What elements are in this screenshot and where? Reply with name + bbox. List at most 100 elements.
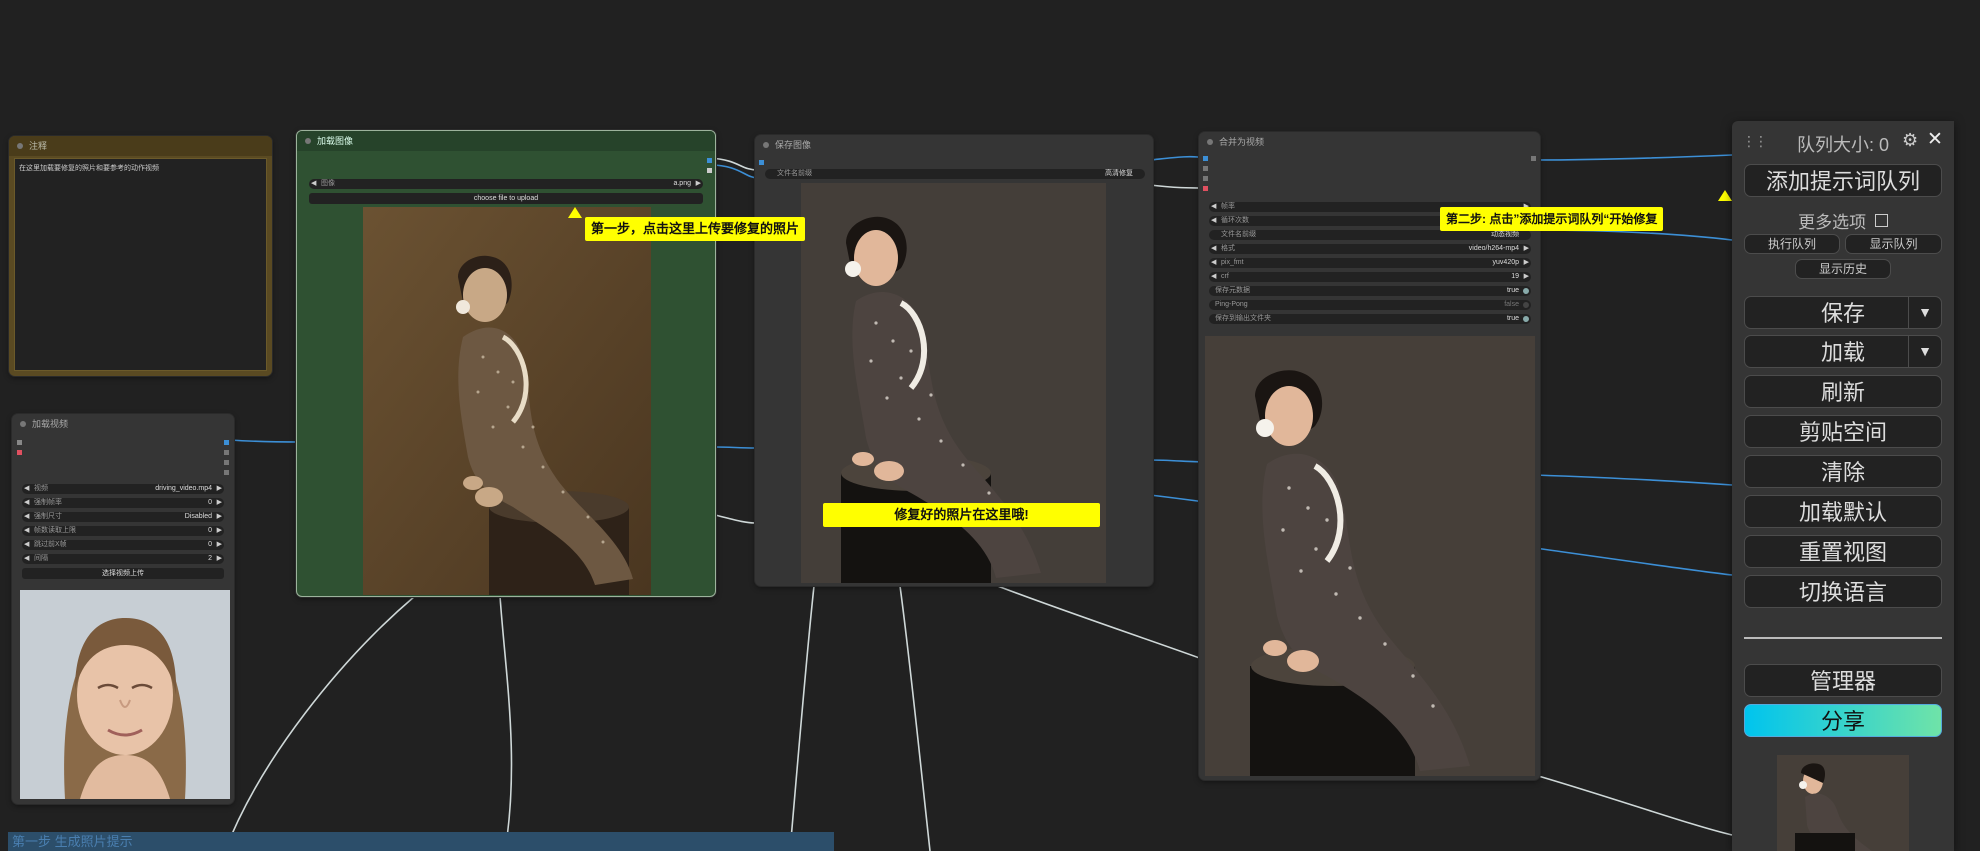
widget-label: 帧率	[1221, 203, 1235, 210]
toggle-indicator[interactable]	[1523, 316, 1529, 322]
arrow-right-icon[interactable]: ▶	[217, 526, 222, 536]
load-image-title[interactable]: 加载图像	[297, 131, 715, 151]
output-slot-dot[interactable]	[224, 450, 229, 455]
arrow-right-icon[interactable]: ▶	[1524, 258, 1529, 268]
group-header[interactable]: 第一步 生成照片提示	[8, 832, 834, 851]
toggle-save-metadata[interactable]: 保存元数据 true	[1209, 286, 1531, 296]
output-slot-dot[interactable]	[707, 158, 712, 163]
share-button[interactable]: 分享	[1744, 704, 1942, 737]
widget-value: 0	[208, 499, 212, 506]
load-button[interactable]: 加载 ▼	[1744, 335, 1942, 368]
link-mid-3	[1149, 459, 1206, 463]
upload-video-button[interactable]: 选择视频上传	[22, 568, 224, 579]
view-queue-button[interactable]: 执行队列	[1744, 234, 1840, 254]
output-slot-dot[interactable]	[1531, 156, 1536, 161]
widget-value: driving_video.mp4	[155, 485, 212, 492]
toggle-indicator[interactable]	[1523, 288, 1529, 294]
clear-button[interactable]: 清除	[1744, 455, 1942, 488]
queue-size-label: 队列大小: 0	[1796, 135, 1889, 155]
view-history-button[interactable]: 显示历史	[1795, 259, 1891, 279]
widget-video[interactable]: ◀ 视频 driving_video.mp4 ▶	[22, 484, 224, 494]
video-combine-title[interactable]: 合并为视频	[1199, 132, 1540, 152]
widget-nth[interactable]: ◀ 间隔 2 ▶	[22, 554, 224, 564]
link-right-1	[1534, 229, 1733, 241]
manager-button[interactable]: 管理器	[1744, 664, 1942, 697]
arrow-left-icon[interactable]: ◀	[24, 498, 29, 508]
arrow-right-icon[interactable]: ▶	[217, 554, 222, 564]
toggle-save-output[interactable]: 保存到输出文件夹 true	[1209, 314, 1531, 324]
extra-options-checkbox[interactable]	[1874, 214, 1888, 227]
arrow-left-icon[interactable]: ◀	[1211, 216, 1216, 226]
output-slot-dot[interactable]	[17, 440, 22, 445]
widget-format[interactable]: ◀ 格式 video/h264-mp4 ▶	[1209, 244, 1531, 254]
caret-down-icon[interactable]: ▼	[1908, 297, 1941, 328]
reset-view-button[interactable]: 重置视图	[1744, 535, 1942, 568]
widget-force-size[interactable]: ◀ 强制尺寸 Disabled ▶	[22, 512, 224, 522]
save-button[interactable]: 保存 ▼	[1744, 296, 1942, 329]
input-slot-dot[interactable]	[1203, 176, 1208, 181]
arrow-right-icon[interactable]: ▶	[217, 512, 222, 522]
note-node[interactable]: 注释 在这里加载要修复的照片和要参考的动作视频	[9, 136, 272, 376]
arrow-left-icon[interactable]: ◀	[24, 540, 29, 550]
arrow-left-icon[interactable]: ◀	[1211, 272, 1216, 282]
input-slot-dot[interactable]	[1203, 156, 1208, 161]
widget-label: Ping-Pong	[1215, 301, 1248, 308]
output-slot-dot[interactable]	[707, 168, 712, 173]
widget-image[interactable]: ◀ 图像 a.png ▶	[309, 179, 703, 189]
output-slot-dot[interactable]	[224, 460, 229, 465]
load-video-node[interactable]: 加载视频 ◀ 视频 driving_video.mp4 ▶ ◀ 强制帧率 0 ▶…	[12, 414, 234, 804]
note-node-title[interactable]: 注释	[9, 136, 272, 156]
arrow-right-icon[interactable]: ▶	[217, 484, 222, 494]
view-history-short-button[interactable]: 显示队列	[1845, 234, 1942, 254]
caret-down-icon[interactable]: ▼	[1908, 336, 1941, 367]
arrow-left-icon[interactable]: ◀	[24, 484, 29, 494]
switch-language-button[interactable]: 切换语言	[1744, 575, 1942, 608]
save-label: 保存	[1820, 301, 1865, 326]
arrow-right-icon[interactable]: ▶	[696, 179, 701, 189]
widget-filename-prefix[interactable]: 文件名前缀 高清修复	[765, 169, 1145, 179]
arrow-right-icon[interactable]: ▶	[217, 498, 222, 508]
widget-label: 保存元数据	[1215, 287, 1250, 294]
clipspace-button[interactable]: 剪贴空间	[1744, 415, 1942, 448]
arrow-right-icon[interactable]: ▶	[1524, 244, 1529, 254]
widget-label: pix_fmt	[1221, 259, 1244, 266]
load-image-node[interactable]: 加载图像 ◀ 图像 a.png ▶ choose file to upload	[296, 130, 716, 597]
toggle-ping-pong[interactable]: Ping-Pong false	[1209, 300, 1531, 310]
widget-value: 2	[208, 555, 212, 562]
arrow-right-icon[interactable]: ▶	[1524, 272, 1529, 282]
input-slot-dot[interactable]	[1203, 186, 1208, 191]
input-slot-dot[interactable]	[1203, 166, 1208, 171]
arrow-left-icon[interactable]: ◀	[1211, 202, 1216, 212]
widget-crf[interactable]: ◀ crf 19 ▶	[1209, 272, 1531, 282]
widget-filename-prefix[interactable]: 文件名前缀 动态视频	[1209, 230, 1531, 240]
widget-label: 帧数读取上限	[34, 527, 76, 534]
load-default-button[interactable]: 加载默认	[1744, 495, 1942, 528]
widget-value: false	[1504, 301, 1519, 308]
widget-label: 格式	[1221, 245, 1235, 252]
arrow-right-icon[interactable]: ▶	[217, 540, 222, 550]
extra-options-row[interactable]: 更多选项	[1732, 208, 1954, 233]
input-slot-dot[interactable]	[759, 160, 764, 165]
arrow-left-icon[interactable]: ◀	[1211, 244, 1216, 254]
close-icon[interactable]: ✕	[1927, 128, 1943, 151]
widget-frame-cap[interactable]: ◀ 帧数读取上限 0 ▶	[22, 526, 224, 536]
output-slot-dot[interactable]	[224, 440, 229, 445]
note-textarea[interactable]: 在这里加载要修复的照片和要参考的动作视频	[14, 158, 267, 371]
widget-skip-first[interactable]: ◀ 跳过前X帧 0 ▶	[22, 540, 224, 550]
gear-icon[interactable]: ⚙	[1902, 130, 1918, 151]
load-video-title[interactable]: 加载视频	[12, 414, 234, 434]
arrow-left-icon[interactable]: ◀	[311, 179, 316, 189]
arrow-left-icon[interactable]: ◀	[1211, 258, 1216, 268]
toggle-indicator[interactable]	[1523, 302, 1529, 308]
queue-prompt-button[interactable]: 添加提示词队列	[1744, 164, 1942, 197]
arrow-left-icon[interactable]: ◀	[24, 554, 29, 564]
widget-force-rate[interactable]: ◀ 强制帧率 0 ▶	[22, 498, 224, 508]
output-slot-dot[interactable]	[224, 470, 229, 475]
output-slot-dot[interactable]	[17, 450, 22, 455]
arrow-left-icon[interactable]: ◀	[24, 512, 29, 522]
arrow-left-icon[interactable]: ◀	[24, 526, 29, 536]
widget-pix-fmt[interactable]: ◀ pix_fmt yuv420p ▶	[1209, 258, 1531, 268]
refresh-button[interactable]: 刷新	[1744, 375, 1942, 408]
save-image-title[interactable]: 保存图像	[755, 135, 1153, 155]
upload-image-button[interactable]: choose file to upload	[309, 193, 703, 204]
